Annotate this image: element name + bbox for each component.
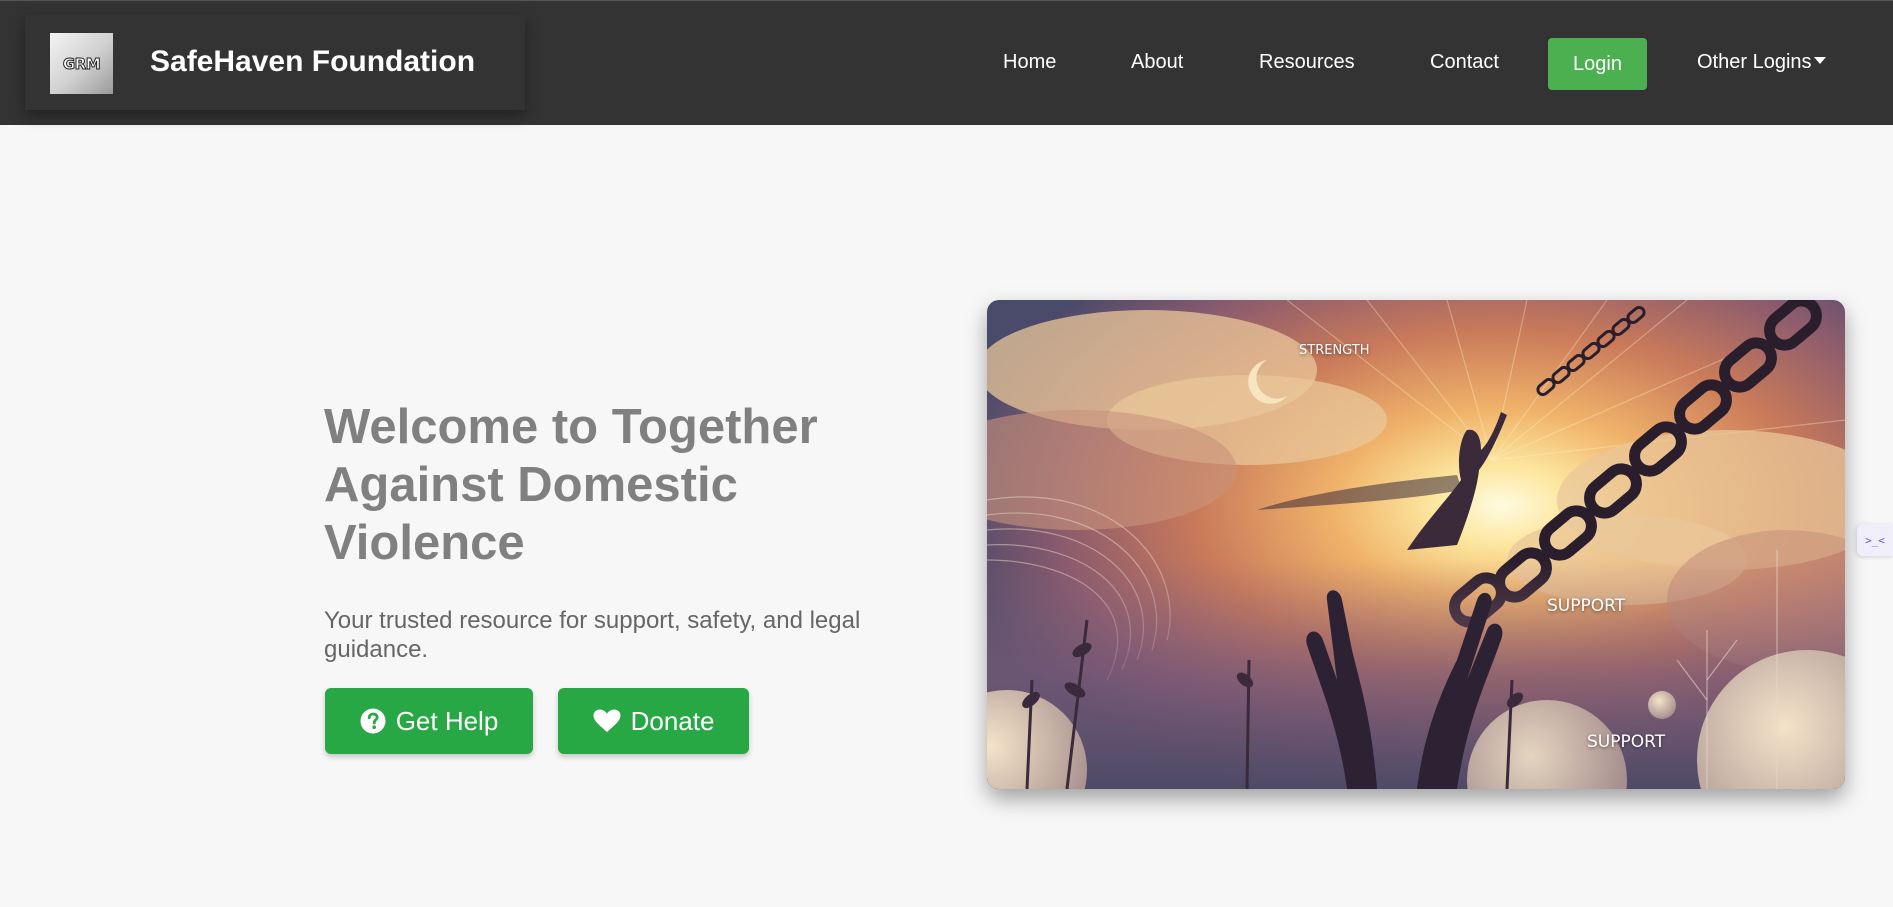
navbar: GRM SafeHaven Foundation Home About Reso… — [0, 0, 1893, 125]
get-help-label: Get Help — [395, 705, 499, 736]
image-word-support-2: SUPPORT — [1587, 732, 1666, 752]
nav-about[interactable]: About — [1131, 51, 1183, 74]
get-help-button[interactable]: Get Help — [325, 688, 533, 754]
donate-label: Donate — [630, 705, 715, 736]
image-word-support-1: SUPPORT — [1547, 596, 1626, 616]
caret-down-icon — [1813, 57, 1826, 65]
nav-resources[interactable]: Resources — [1259, 51, 1355, 74]
hero-subtitle: Your trusted resource for support, safet… — [324, 607, 861, 663]
nav-home[interactable]: Home — [1003, 51, 1056, 74]
nav-contact[interactable]: Contact — [1430, 51, 1499, 74]
other-logins-dropdown[interactable]: Other Logins — [1697, 51, 1826, 74]
image-word-strength: STRENGTH — [1299, 343, 1370, 358]
hero-illustration-art — [987, 300, 1845, 789]
hero-illustration: STRENGTH SUPPORT SUPPORT — [987, 300, 1845, 789]
heart-icon — [593, 709, 621, 733]
login-button[interactable]: Login — [1548, 38, 1647, 90]
donate-button[interactable]: Donate — [558, 688, 749, 754]
side-assistant-label: >_< — [1865, 533, 1885, 547]
other-logins-label: Other Logins — [1697, 51, 1812, 73]
side-assistant-tab[interactable]: >_< — [1857, 524, 1893, 556]
nav-links: Home About Resources Contact Login Other… — [0, 1, 1893, 126]
question-circle-icon — [360, 708, 386, 734]
hero-title: Welcome to Together Against Domestic Vio… — [324, 400, 818, 570]
